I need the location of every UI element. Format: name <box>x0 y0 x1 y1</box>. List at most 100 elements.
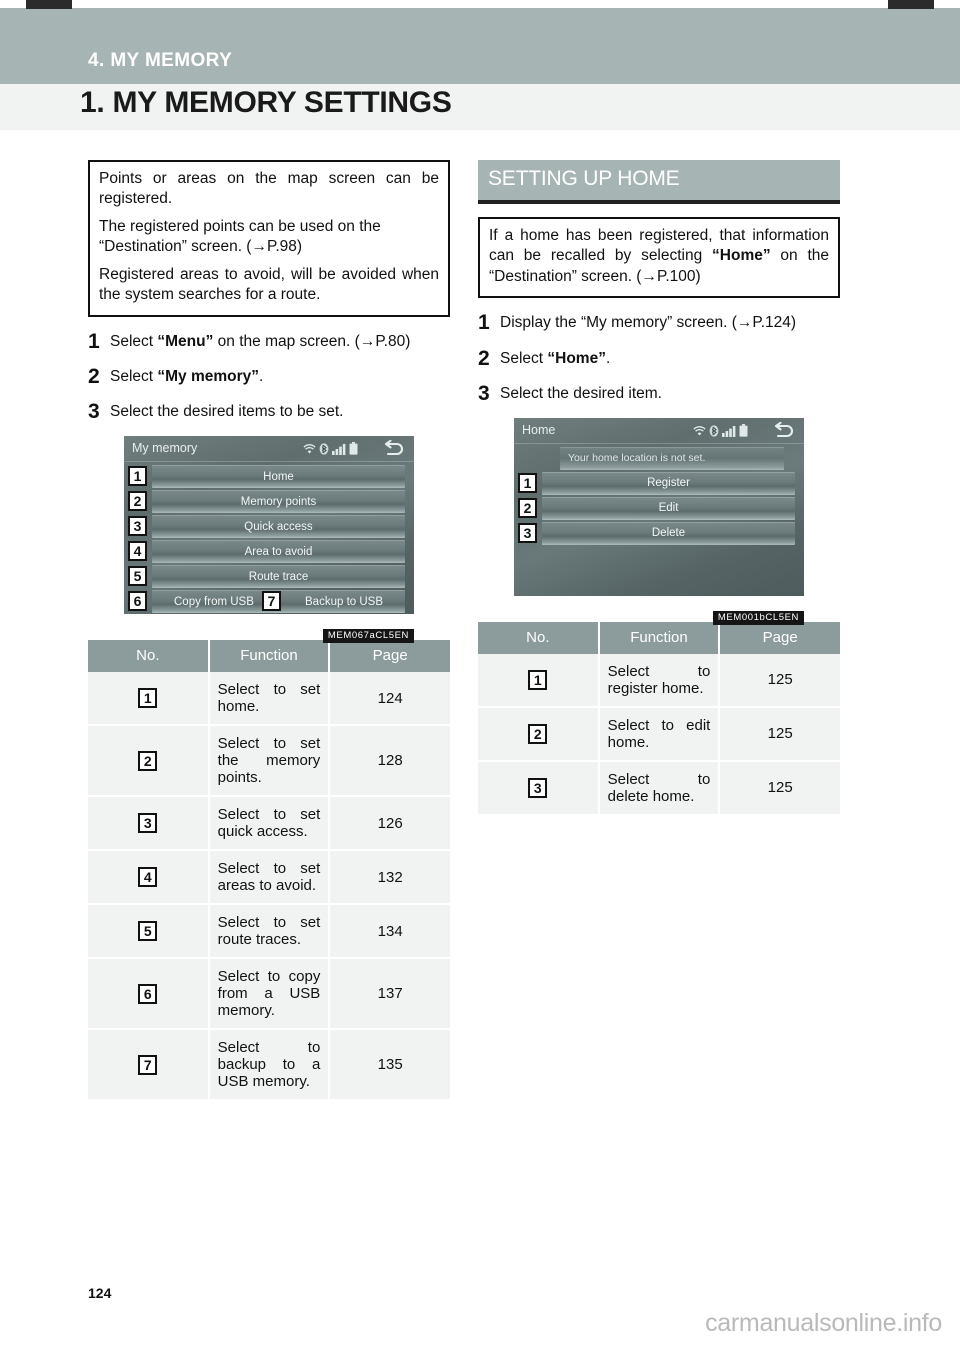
table-row: 2 Select to set the memory points. 128 <box>88 725 450 798</box>
callout-badge: 2 <box>138 750 158 771</box>
step-text: Select the desired item. <box>500 382 840 404</box>
right-steps-list: 1 Display the “My memory” screen. (→P.12… <box>478 311 840 405</box>
table-row: 1 Select to register home. 125 <box>478 653 840 708</box>
table-header-row: No. Function Page <box>88 640 450 673</box>
menu-button-register[interactable]: Register <box>542 471 795 495</box>
step-text-post: . <box>605 349 611 367</box>
signal-bars-icon <box>332 442 346 460</box>
list-item[interactable]: 3 Delete <box>514 521 804 545</box>
step-text: Select “Menu” on the map screen. (→P.80) <box>110 330 450 352</box>
menu-button-edit[interactable]: Edit <box>542 496 795 520</box>
cell-page: 132 <box>329 850 450 906</box>
step-text: Select the desired items to be set. <box>110 400 450 422</box>
menu-button-copy-from-usb[interactable]: Copy from USB <box>174 596 254 608</box>
cell-page: 128 <box>329 725 450 798</box>
column-header-no: No. <box>478 621 600 654</box>
list-item[interactable]: 3 Quick access <box>124 515 414 539</box>
callout-badge: 4 <box>138 867 158 888</box>
table-row: 1 Select to set home. 124 <box>88 672 450 727</box>
battery-icon <box>739 423 748 442</box>
callout-badge: 2 <box>528 723 548 744</box>
menu-button-backup-to-usb[interactable]: Backup to USB <box>305 596 383 608</box>
screen-title: Home <box>522 422 556 437</box>
bluetooth-icon <box>709 424 719 442</box>
step-text-pre: Select <box>110 367 158 385</box>
step-text-pre: Select <box>110 332 158 350</box>
step-text-bold: “Home” <box>547 349 606 367</box>
cell-no: 5 <box>88 904 210 960</box>
cell-function: Select to backup to a USB memory. <box>208 1029 331 1102</box>
cell-function: Select to set route traces. <box>208 904 331 960</box>
table-row: 6 Select to copy from a USB memory. 137 <box>88 958 450 1031</box>
list-item-split[interactable]: 6 7 Copy from USB Backup to USB <box>124 590 414 614</box>
list-item[interactable]: 4 Area to avoid <box>124 540 414 564</box>
step-text: Select “My memory”. <box>110 365 450 387</box>
step-item: 1 Display the “My memory” screen. (→P.12… <box>478 311 840 335</box>
crop-mark-top-left <box>26 0 72 9</box>
back-arrow-icon[interactable] <box>773 421 795 444</box>
step-number: 3 <box>478 381 490 405</box>
list-item[interactable]: 2 Edit <box>514 496 804 520</box>
my-memory-button-list: 1 Home 2 Memory points 3 Quick access 4 … <box>124 465 414 614</box>
step-item: 3 Select the desired item. <box>478 382 840 406</box>
table-row: 5 Select to set route traces. 134 <box>88 904 450 960</box>
callout-badge: 5 <box>138 921 158 942</box>
menu-button-home[interactable]: Home <box>152 465 405 489</box>
cell-function: Select to register home. <box>598 653 721 708</box>
callout-badge: 4 <box>128 541 147 562</box>
cell-function: Select to set quick access. <box>208 796 331 852</box>
menu-button-delete[interactable]: Delete <box>542 521 795 545</box>
cell-function: Select to copy from a USB memory. <box>208 958 331 1031</box>
chapter-band <box>0 8 960 84</box>
my-memory-screenshot-wrapper: My memory 1 Home 2 Memory points 3 Quick… <box>124 436 414 644</box>
intro-paragraph-2: The registered points can be used on the… <box>99 217 381 256</box>
menu-button-route-trace[interactable]: Route trace <box>152 565 405 589</box>
battery-icon <box>349 442 358 460</box>
menu-button-area-to-avoid[interactable]: Area to avoid <box>152 540 405 564</box>
step-item: 2 Select “Home”. <box>478 347 840 371</box>
list-item[interactable]: 1 Register <box>514 471 804 495</box>
wifi-icon <box>693 424 706 442</box>
column-header-no: No. <box>88 640 210 673</box>
back-arrow-icon[interactable] <box>383 439 405 462</box>
title-underline <box>124 461 414 463</box>
intro-paragraph: If a home has been registered, that info… <box>489 226 829 287</box>
list-item[interactable]: 1 Home <box>124 465 414 489</box>
step-number: 2 <box>478 346 490 370</box>
page-number: 124 <box>88 1285 112 1301</box>
left-column: Points or areas on the map screen can be… <box>88 160 450 1102</box>
right-function-table: No. Function Page 1 Select to register h… <box>478 621 840 816</box>
step-text: Display the “My memory” screen. (→P.124) <box>500 311 840 333</box>
list-item[interactable]: 5 Route trace <box>124 565 414 589</box>
callout-badge: 7 <box>138 1054 158 1075</box>
table-row: 4 Select to set areas to avoid. 132 <box>88 850 450 906</box>
menu-button-memory-points[interactable]: Memory points <box>152 490 405 514</box>
table-row: 7 Select to backup to a USB memory. 135 <box>88 1029 450 1102</box>
callout-badge: 1 <box>518 472 537 493</box>
cell-function: Select to set areas to avoid. <box>208 850 331 906</box>
my-memory-screen: My memory 1 Home 2 Memory points 3 Quick… <box>124 436 414 615</box>
left-function-table: No. Function Page 1 Select to set home. … <box>88 640 450 1102</box>
page-title: 1. MY MEMORY SETTINGS <box>80 86 452 119</box>
callout-badge: 6 <box>128 591 147 612</box>
step-text-bold: “Menu” <box>157 332 214 350</box>
cell-page: 134 <box>329 904 450 960</box>
step-number: 1 <box>478 311 490 335</box>
wifi-icon <box>303 442 316 460</box>
home-location-status-text: Your home location is not set. <box>560 446 784 470</box>
cell-function: Select to delete home. <box>598 760 721 816</box>
menu-button-quick-access[interactable]: Quick access <box>152 515 405 539</box>
step-text-post: on the map screen. (→P.80) <box>213 332 411 350</box>
callout-badge: 1 <box>128 466 147 487</box>
cell-page: 125 <box>719 653 840 708</box>
table-header-row: No. Function Page <box>478 621 840 654</box>
step-item: 2 Select “My memory”. <box>88 365 450 389</box>
list-item[interactable]: 2 Memory points <box>124 490 414 514</box>
step-text-pre: Select the desired item. <box>500 384 662 402</box>
callout-badge: 6 <box>138 983 158 1004</box>
status-icons <box>303 442 358 460</box>
callout-badge: 2 <box>518 497 537 518</box>
right-column: SETTING UP HOME If a home has been regis… <box>478 160 840 816</box>
step-text-pre: Display the “My memory” screen. (→P.124) <box>500 314 797 332</box>
step-text-pre: Select <box>500 349 548 367</box>
